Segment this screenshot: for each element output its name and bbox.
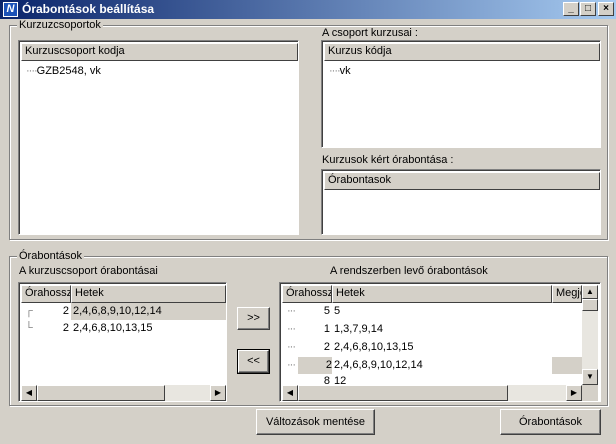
- tree-item[interactable]: ····GZB2548, vk: [26, 64, 101, 78]
- kurzus-tree[interactable]: Kurzus kódja ····vk: [321, 40, 601, 148]
- table-row-selected[interactable]: ··· 2 2,4,6,8,9,10,12,14: [282, 357, 582, 374]
- table-row[interactable]: 8 12: [282, 374, 582, 385]
- kurzuscsoport-tree[interactable]: Kurzuscsoport kodja ····GZB2548, vk: [18, 40, 299, 235]
- orabontasok-group-label: Órabontások: [17, 250, 84, 262]
- kurzuscsoportok-group-label: Kurzuzcsoportok: [17, 19, 103, 31]
- scroll-left-icon[interactable]: ◀: [282, 385, 298, 401]
- tree-connector: ····: [26, 65, 38, 77]
- minimize-button[interactable]: _: [563, 2, 579, 16]
- tree-connector: ···: [287, 359, 296, 371]
- app-icon: N: [3, 2, 18, 17]
- scroll-corner: [582, 385, 598, 401]
- kert-orabontasa-list[interactable]: Órabontasok: [321, 169, 601, 235]
- tree-connector: ┌: [25, 305, 33, 317]
- title-bar[interactable]: N Órabontások beállítása _ □ ×: [0, 0, 616, 19]
- orahossz-column-header[interactable]: Órahossz: [21, 285, 71, 303]
- table-row[interactable]: ··· 2 2,4,6,8,10,13,15: [282, 339, 582, 356]
- kurzus-kodja-header[interactable]: Kurzus kódja: [324, 43, 600, 61]
- table-row[interactable]: └ 2 2,4,6,8,10,13,15: [21, 320, 226, 337]
- rendszer-orabontasok-label: A rendszerben levő órabontások: [330, 265, 488, 277]
- orabontasok-button[interactable]: Órabontások: [500, 409, 601, 435]
- horizontal-scrollbar[interactable]: ◀ ▶: [282, 385, 582, 401]
- scroll-thumb[interactable]: [37, 385, 165, 401]
- scroll-thumb[interactable]: [582, 299, 598, 311]
- scroll-thumb[interactable]: [298, 385, 508, 401]
- csoport-kurzusai-label: A csoport kurzusai :: [322, 27, 418, 39]
- save-changes-button[interactable]: Változások mentése: [256, 409, 375, 435]
- vertical-scrollbar[interactable]: ▲ ▼: [582, 285, 598, 385]
- scroll-right-icon[interactable]: ▶: [210, 385, 226, 401]
- remove-orabontas-button[interactable]: <<: [237, 349, 270, 374]
- tree-item[interactable]: ····vk: [329, 64, 351, 78]
- add-orabontas-button[interactable]: >>: [237, 307, 270, 330]
- close-button[interactable]: ×: [598, 2, 614, 16]
- tree-connector: ····: [329, 65, 341, 77]
- window-title: Órabontások beállítása: [22, 2, 155, 16]
- scroll-right-icon[interactable]: ▶: [566, 385, 582, 401]
- table-row[interactable]: ··· 1 1,3,7,9,14: [282, 321, 582, 338]
- orabontasok-header[interactable]: Órabontasok: [324, 172, 600, 190]
- hetek-column-header[interactable]: Hetek: [71, 285, 226, 303]
- table-row[interactable]: ┌ 2 2,4,6,8,9,10,12,14: [21, 303, 226, 320]
- scroll-down-icon[interactable]: ▼: [582, 369, 598, 385]
- scroll-up-icon[interactable]: ▲: [582, 285, 598, 299]
- kurzuscsoport-orabontasai-grid[interactable]: Órahossz Hetek ┌ 2 2,4,6,8,9,10,12,14 └ …: [18, 282, 227, 402]
- megjegyzes-column-header[interactable]: Megje: [552, 285, 582, 303]
- kurzuscsoport-orabontasai-label: A kurzuscsoport órabontásai: [19, 265, 158, 277]
- table-row[interactable]: ··· 5 5: [282, 303, 582, 320]
- tree-connector: ···: [287, 341, 296, 353]
- orahossz-column-header[interactable]: Órahossz: [282, 285, 332, 303]
- horizontal-scrollbar[interactable]: ◀ ▶: [21, 385, 226, 401]
- tree-connector: └: [25, 322, 33, 334]
- scroll-left-icon[interactable]: ◀: [21, 385, 37, 401]
- selected-note-cell: [552, 357, 582, 374]
- rendszer-orabontasok-grid[interactable]: Órahossz Hetek Megje ··· 5 5 ··· 1 1,3,7…: [279, 282, 601, 402]
- kurzuscsoport-kodja-header[interactable]: Kurzuscsoport kodja: [21, 43, 298, 61]
- maximize-button[interactable]: □: [580, 2, 596, 16]
- tree-connector: ···: [287, 323, 296, 335]
- kert-orabontasa-label: Kurzusok kért órabontása :: [322, 154, 454, 166]
- hetek-column-header[interactable]: Hetek: [332, 285, 552, 303]
- tree-connector: ···: [287, 305, 296, 317]
